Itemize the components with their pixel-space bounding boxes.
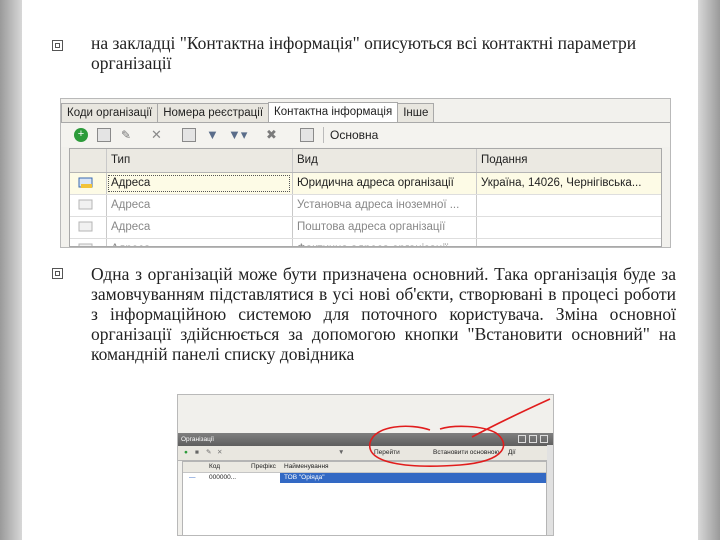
cell-view[interactable]	[476, 195, 661, 216]
clear-filter-icon[interactable]: ✖	[266, 127, 277, 143]
cell-type[interactable]: Адреса	[106, 195, 292, 216]
tab-other[interactable]: Інше	[397, 103, 435, 122]
close-icon[interactable]	[540, 435, 548, 443]
tab-org-codes[interactable]: Коди організації	[61, 103, 159, 122]
grid-header: Тип Вид Подання	[70, 149, 661, 173]
set-main-button[interactable]: Встановити основною	[433, 449, 499, 457]
cell-kind[interactable]: Поштова адреса організації	[292, 217, 476, 238]
table-row[interactable]: Адреса Юридична адреса організації Украї…	[70, 173, 661, 195]
cell-kind[interactable]: Юридична адреса організації	[292, 173, 476, 194]
table-row[interactable]: Адреса Фактична адреса організації	[70, 239, 661, 246]
organizations-grid: Код Префікс Найменування — 000000... ТОВ…	[182, 461, 547, 535]
filter-list-icon[interactable]	[182, 128, 196, 142]
paragraph-main-organization: Одна з організацій може бути призначена …	[91, 264, 676, 364]
grid-header: Код Префікс Найменування	[183, 462, 546, 473]
row-marker-icon: —	[189, 474, 196, 481]
filter-icon[interactable]: ▼	[206, 127, 219, 143]
cell-type[interactable]: Адреса	[106, 217, 292, 238]
edit-icon[interactable]: ✎	[206, 449, 211, 457]
cell-kind[interactable]: Установча адреса іноземної ...	[292, 195, 476, 216]
command-panel: ● ■ ✎ ✕ ▼ Перейти Встановити основною Ді…	[178, 446, 553, 461]
cell-view[interactable]: Україна, 14026, Чернігівська...	[476, 173, 661, 194]
header-code[interactable]: Код	[209, 463, 220, 471]
cell-type[interactable]: Адреса	[106, 173, 292, 194]
window-title: Організації	[181, 436, 215, 443]
header-type[interactable]: Тип	[106, 149, 292, 172]
cell-view[interactable]	[476, 217, 661, 238]
tab-registration-numbers[interactable]: Номера реєстрації	[157, 103, 270, 122]
filter-icon[interactable]: ▼	[338, 449, 344, 457]
actions-menu[interactable]: Дії	[508, 449, 516, 457]
set-main-button[interactable]: Основна	[323, 127, 378, 143]
table-row[interactable]: Адреса Установча адреса іноземної ...	[70, 195, 661, 217]
paragraph-contact-info: на закладці "Контактна інформація" опису…	[91, 33, 637, 73]
cell-kind[interactable]: Фактична адреса організації	[292, 239, 476, 246]
address-icon	[78, 243, 96, 246]
toolbar: + ✎ ✕ ▼ ▼▾ ✖ Основна	[61, 122, 670, 147]
add-icon[interactable]: ●	[184, 449, 188, 457]
add-icon[interactable]: +	[74, 128, 88, 142]
table-row[interactable]: Адреса Поштова адреса організації	[70, 217, 661, 239]
cell-view[interactable]	[476, 239, 661, 246]
delete-icon[interactable]: ✕	[217, 449, 222, 457]
edit-icon[interactable]: ✎	[121, 127, 131, 143]
address-icon	[78, 177, 96, 189]
tab-bar: Коди організації Номера реєстрації Конта…	[61, 102, 435, 123]
window-titlebar: Організації	[178, 433, 553, 446]
header-icon-column	[70, 149, 106, 172]
maximize-icon[interactable]	[529, 435, 537, 443]
bullet-icon	[52, 40, 63, 51]
address-icon	[78, 221, 96, 233]
cell-code[interactable]: 000000...	[209, 474, 236, 482]
tab-contact-info[interactable]: Контактна інформація	[268, 102, 399, 123]
contact-info-screenshot: Коди організації Номера реєстрації Конта…	[60, 98, 671, 248]
header-name[interactable]: Найменування	[284, 463, 329, 471]
minimize-icon[interactable]	[518, 435, 526, 443]
filter-dropdown-icon[interactable]: ▼▾	[228, 127, 247, 143]
goto-button[interactable]: Перейти	[374, 449, 400, 457]
bullet-icon	[52, 268, 63, 279]
header-kind[interactable]: Вид	[292, 149, 476, 172]
copy-icon[interactable]: ■	[195, 449, 199, 457]
organizations-screenshot: Організації ● ■ ✎ ✕ ▼ Перейти Встановити…	[177, 394, 554, 536]
address-icon	[78, 199, 96, 211]
header-view[interactable]: Подання	[476, 149, 661, 172]
table-row[interactable]: — 000000... ТОВ "Оріяда"	[183, 473, 546, 483]
delete-icon[interactable]: ✕	[151, 127, 162, 143]
scrollbar[interactable]	[547, 445, 553, 535]
contact-grid: Тип Вид Подання Адреса Юридична адреса о…	[69, 148, 662, 247]
cell-type[interactable]: Адреса	[106, 239, 292, 246]
cell-name[interactable]: ТОВ "Оріяда"	[284, 474, 325, 482]
slide-edge-left	[0, 0, 22, 540]
header-prefix[interactable]: Префікс	[251, 463, 276, 471]
set-main-icon[interactable]	[300, 128, 314, 142]
copy-icon[interactable]	[97, 128, 111, 142]
slide-edge-right	[698, 0, 720, 540]
